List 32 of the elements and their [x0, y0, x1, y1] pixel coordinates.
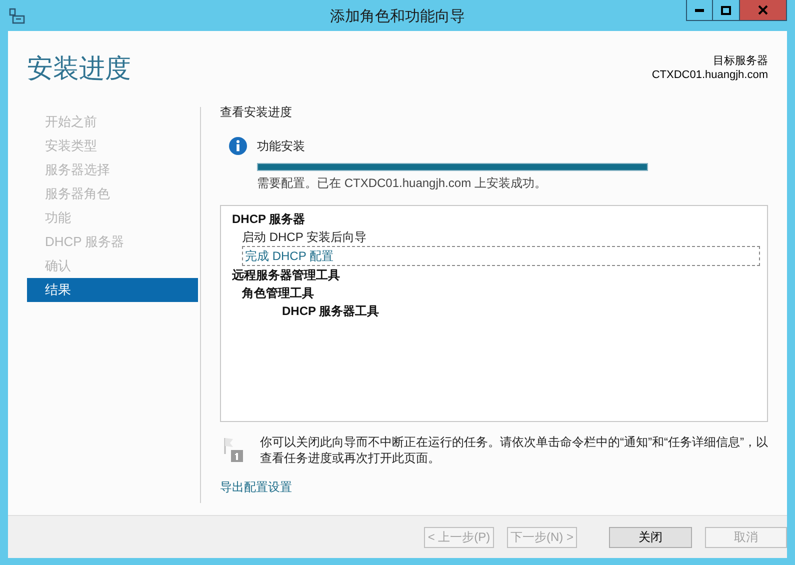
- close-button[interactable]: [740, 0, 787, 21]
- flag-icon: [222, 436, 244, 463]
- wizard-step[interactable]: 开始之前: [27, 110, 198, 134]
- status-message: 需要配置。已在 CTXDC01.huangjh.com 上安装成功。: [257, 175, 548, 191]
- wizard-step[interactable]: 结果: [27, 278, 198, 302]
- minimize-icon: [695, 8, 704, 12]
- target-server-name: CTXDC01.huangjh.com: [652, 68, 768, 82]
- window-title: 添加角色和功能向导: [329, 7, 466, 27]
- wizard-step[interactable]: 安装类型: [27, 134, 198, 158]
- export-settings-link[interactable]: 导出配置设置: [220, 479, 292, 495]
- result-heading: DHCP 服务器: [232, 211, 306, 228]
- info-note: 你可以关闭此向导而不中断正在运行的任务。请依次单击命令栏中的“通知”和“任务详细信息”，以查看任务进度或再次打开此页面。: [260, 434, 768, 466]
- wizard-step[interactable]: 服务器角色: [27, 182, 198, 206]
- info-icon: [229, 137, 247, 155]
- app-icon: [9, 8, 25, 24]
- result-heading: 远程服务器管理工具: [232, 267, 341, 284]
- target-server-label: 目标服务器: [713, 54, 768, 68]
- result-heading: DHCP 服务器工具: [282, 303, 380, 320]
- wizard-step[interactable]: 服务器选择: [27, 158, 198, 182]
- page-title: 安装进度: [27, 53, 131, 85]
- close-icon: [758, 5, 768, 15]
- status-title: 功能安装: [257, 138, 306, 154]
- section-title: 查看安装进度: [220, 104, 293, 120]
- result-heading: 角色管理工具: [242, 285, 315, 302]
- wizard-step[interactable]: 确认: [27, 254, 198, 278]
- wizard-step[interactable]: 功能: [27, 206, 198, 230]
- maximize-icon: [721, 6, 731, 14]
- result-text: 启动 DHCP 安装后向导: [242, 229, 368, 246]
- wizard-step[interactable]: DHCP 服务器: [27, 230, 198, 254]
- minimize-button[interactable]: [686, 0, 713, 21]
- wizard-button[interactable]: 关闭: [609, 526, 692, 548]
- configure-link[interactable]: 完成 DHCP 配置: [242, 246, 760, 266]
